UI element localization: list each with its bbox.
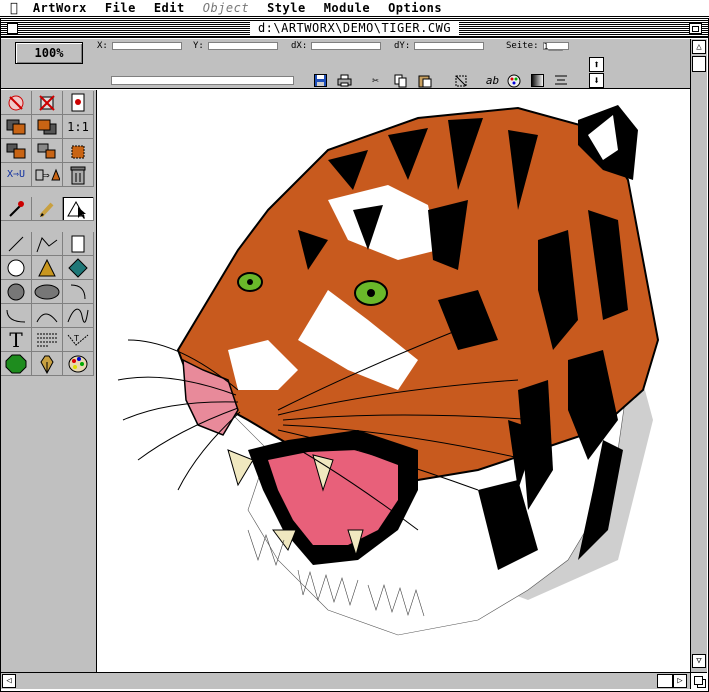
x-label: X:: [97, 41, 108, 51]
page-coord: Seite: 1___: [506, 41, 569, 52]
resize-icon[interactable]: [63, 139, 94, 163]
menu-bar:  ArtWorx File Edit Object Style Module …: [0, 0, 709, 17]
menu-artworx[interactable]: ArtWorx: [24, 1, 96, 15]
path-text-icon[interactable]: T: [63, 328, 94, 352]
tiger-illustration[interactable]: [98, 90, 690, 672]
no-pen-icon[interactable]: [32, 91, 63, 115]
menu-module[interactable]: Module: [315, 1, 379, 15]
drawing-canvas[interactable]: [98, 90, 690, 672]
ellipse-icon[interactable]: [1, 280, 32, 304]
print-icon[interactable]: [337, 73, 352, 88]
trash-icon[interactable]: [63, 163, 94, 187]
rectangle-icon[interactable]: [63, 232, 94, 256]
svg-text:⇒: ⇒: [43, 171, 50, 180]
wave-icon[interactable]: [63, 304, 94, 328]
y-coord: Y:: [193, 41, 278, 52]
align-icon[interactable]: [553, 73, 568, 88]
paste-icon[interactable]: [417, 73, 432, 88]
x-coord: X:: [97, 41, 182, 52]
dy-coord: dY:: [394, 41, 485, 52]
info-bar: 100% X: Y: dX: dY: Seite: 1___ ⬆ ⬇ ✂ ab: [1, 39, 690, 89]
triangle-to-icon[interactable]: ⇒: [32, 163, 63, 187]
arc-icon[interactable]: [63, 280, 94, 304]
octagon-icon[interactable]: [1, 352, 32, 376]
scroll-down-arrow-icon[interactable]: ▽: [692, 654, 706, 668]
triangle-icon[interactable]: [32, 256, 63, 280]
menu-file[interactable]: File: [96, 1, 145, 15]
menu-object[interactable]: Object: [194, 1, 258, 15]
actual-size-button[interactable]: 1:1: [63, 115, 94, 139]
group-icon[interactable]: [1, 139, 32, 163]
dy-label: dY:: [394, 41, 411, 51]
y-label: Y:: [193, 41, 204, 51]
copy-icon[interactable]: [393, 73, 408, 88]
horizontal-scrollbar[interactable]: ◁ ▷: [1, 672, 690, 689]
zoom-level-button[interactable]: 100%: [15, 42, 83, 64]
line-icon[interactable]: [1, 232, 32, 256]
oval-icon[interactable]: [32, 280, 63, 304]
page-icon[interactable]: [63, 91, 94, 115]
dx-label: dX:: [291, 41, 308, 51]
nib-icon[interactable]: [32, 352, 63, 376]
select-arrow-icon[interactable]: [63, 197, 94, 221]
toolbox: 1:1 X⇒U ⇒ T T: [1, 90, 97, 672]
dx-field[interactable]: [311, 42, 382, 50]
crop-icon[interactable]: [453, 73, 468, 88]
resize-grow-box[interactable]: [690, 672, 707, 689]
menu-edit[interactable]: Edit: [145, 1, 194, 15]
ungroup-icon[interactable]: [32, 139, 63, 163]
save-icon[interactable]: [313, 73, 328, 88]
no-brush-icon[interactable]: [1, 91, 32, 115]
pencil-icon[interactable]: [32, 197, 63, 221]
dy-field[interactable]: [414, 42, 485, 50]
circle-icon[interactable]: [1, 256, 32, 280]
bezier-icon[interactable]: [32, 304, 63, 328]
paragraph-icon[interactable]: [32, 328, 63, 352]
send-back-icon[interactable]: [32, 115, 63, 139]
horizontal-scroll-thumb[interactable]: [657, 674, 673, 688]
paint-palette-icon[interactable]: [63, 352, 94, 376]
window-title: d:\ARTWORX\DEMO\TIGER.CWG: [249, 21, 460, 35]
convert-xu-button[interactable]: X⇒U: [1, 163, 32, 187]
text-style-icon[interactable]: ab: [485, 73, 500, 88]
apple-icon[interactable]: : [6, 1, 24, 16]
bring-front-icon[interactable]: [1, 115, 32, 139]
title-bar[interactable]: d:\ARTWORX\DEMO\TIGER.CWG: [1, 19, 708, 38]
scroll-up-arrow-icon[interactable]: △: [692, 40, 706, 54]
diamond-icon[interactable]: [63, 256, 94, 280]
page-up-arrow-icon[interactable]: ⬆: [589, 57, 604, 72]
status-field: [111, 76, 294, 85]
scroll-left-arrow-icon[interactable]: ◁: [2, 674, 16, 688]
eyedropper-icon[interactable]: [1, 197, 32, 221]
cut-icon[interactable]: ✂: [368, 73, 383, 88]
page-label: Seite:: [506, 41, 539, 51]
vertical-scrollbar[interactable]: △ ▽: [690, 39, 707, 672]
x-field[interactable]: [111, 42, 182, 50]
svg-text:T: T: [73, 334, 79, 343]
y-field[interactable]: [207, 42, 278, 50]
page-field[interactable]: 1___: [542, 42, 569, 51]
page-down-arrow-icon[interactable]: ⬇: [589, 73, 604, 88]
gradient-icon[interactable]: [530, 73, 545, 88]
polyline-icon[interactable]: [32, 232, 63, 256]
zoom-box[interactable]: [689, 23, 702, 34]
close-box[interactable]: [7, 23, 18, 34]
dx-coord: dX:: [291, 41, 382, 52]
document-window: d:\ARTWORX\DEMO\TIGER.CWG 100% X: Y: dX:…: [0, 18, 709, 692]
palette-icon[interactable]: [506, 73, 521, 88]
vertical-scroll-thumb[interactable]: [692, 56, 706, 72]
scroll-right-arrow-icon[interactable]: ▷: [673, 674, 687, 688]
curve-icon[interactable]: [1, 304, 32, 328]
text-tool[interactable]: T: [1, 328, 32, 352]
menu-options[interactable]: Options: [379, 1, 451, 15]
menu-style[interactable]: Style: [258, 1, 315, 15]
